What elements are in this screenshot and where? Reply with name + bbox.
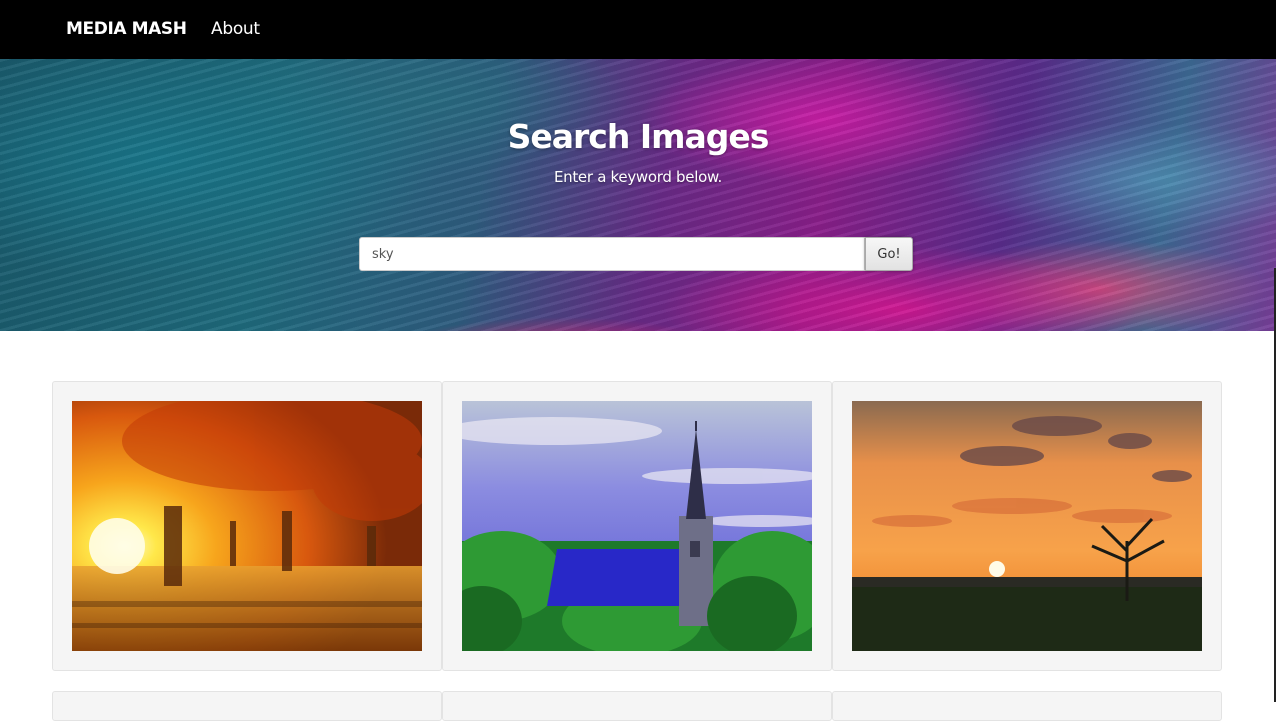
- result-card[interactable]: [52, 691, 442, 721]
- result-card[interactable]: [832, 381, 1222, 671]
- result-card[interactable]: [52, 381, 442, 671]
- church-spire-photo[interactable]: [462, 401, 812, 651]
- sunset-tree-photo[interactable]: [852, 401, 1202, 651]
- brand-link[interactable]: MEDIA MASH: [66, 18, 187, 40]
- page-subtitle: Enter a keyword below.: [553, 168, 723, 186]
- result-card[interactable]: [442, 691, 832, 721]
- nav-about-link[interactable]: About: [211, 18, 260, 40]
- result-card[interactable]: [442, 381, 832, 671]
- hero-banner: Search Images Enter a keyword below. Go!: [0, 59, 1276, 331]
- search-input[interactable]: [359, 237, 865, 271]
- top-navbar: MEDIA MASH About: [0, 0, 1276, 59]
- page-title: Search Images: [507, 117, 770, 156]
- hero-background-texture: [0, 59, 1276, 331]
- search-go-button[interactable]: Go!: [865, 237, 913, 271]
- autumn-forest-photo[interactable]: [72, 401, 422, 651]
- result-card[interactable]: [832, 691, 1222, 721]
